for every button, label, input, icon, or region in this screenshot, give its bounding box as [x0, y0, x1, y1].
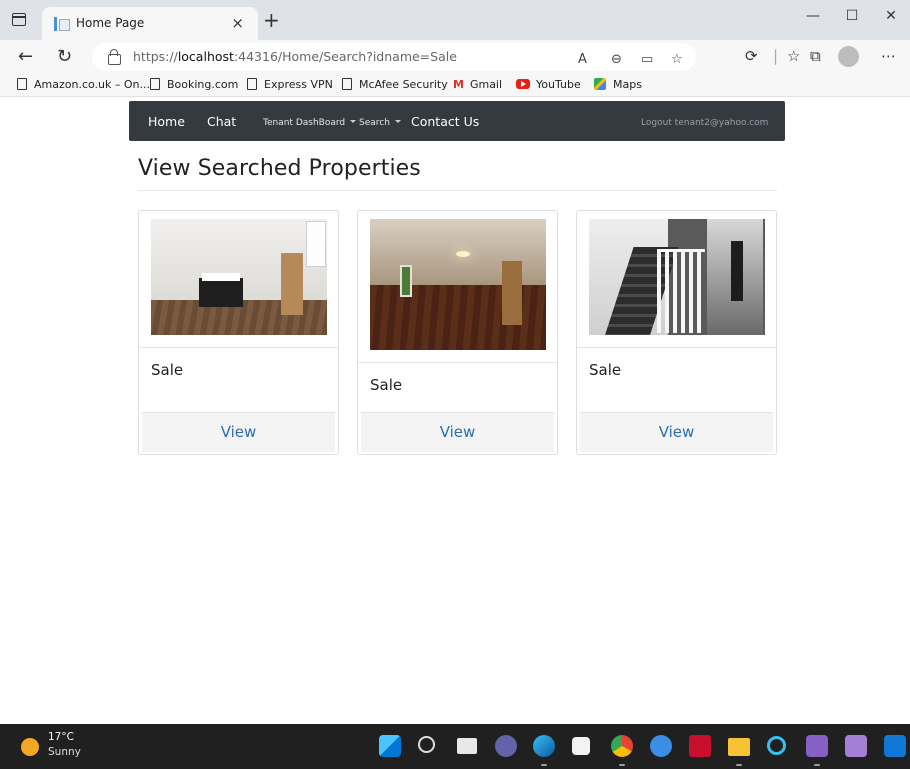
dropdown-caret-icon [394, 120, 401, 123]
page-favicon-icon [54, 17, 70, 31]
favorite-youtube[interactable]: YouTube [516, 78, 581, 91]
tab-home-page[interactable]: Home Page × [42, 7, 258, 40]
maps-icon [594, 78, 606, 90]
nav-contact-us[interactable]: Contact Us [411, 114, 479, 129]
nav-logout[interactable]: Logout tenant2@yahoo.com [641, 118, 768, 128]
chrome-icon[interactable] [611, 735, 633, 757]
search-icon[interactable] [418, 736, 435, 753]
dropdown-caret-icon [350, 120, 357, 123]
sun-icon[interactable] [21, 738, 39, 756]
url-text[interactable]: https://localhost:44316/Home/Search?idna… [133, 49, 457, 64]
nav-search[interactable]: Search [359, 118, 401, 128]
close-window-button[interactable]: ✕ [876, 8, 906, 24]
collections-icon[interactable]: ⧉ [810, 47, 821, 65]
active-indicator [619, 764, 625, 766]
taskbar: 17°C Sunny [0, 724, 910, 769]
page-title: View Searched Properties [138, 156, 421, 181]
add-favorite-icon[interactable]: ☆ [671, 52, 683, 67]
property-card: Sale View [138, 210, 339, 455]
more-icon[interactable]: ⋯ [881, 47, 896, 65]
favorite-express-vpn[interactable]: Express VPN [247, 78, 333, 91]
site-navbar: Home Chat Tenant DashBoard Search Contac… [129, 101, 785, 141]
mcafee-icon[interactable] [689, 735, 711, 757]
toolbar-divider: | [773, 47, 779, 65]
favorites-icon[interactable]: ☆ [787, 47, 800, 65]
tab-close-icon[interactable]: × [231, 14, 244, 32]
immersive-reader-icon[interactable]: ▭ [641, 52, 653, 67]
property-photo[interactable] [589, 219, 765, 335]
new-tab-button[interactable]: + [263, 8, 280, 32]
file-explorer-icon[interactable] [728, 738, 750, 756]
app-icon[interactable] [650, 735, 672, 757]
weather-temperature[interactable]: 17°C [48, 731, 74, 743]
gmail-icon: M [453, 78, 464, 91]
back-icon[interactable]: ← [18, 46, 33, 67]
view-button[interactable]: View [142, 412, 335, 452]
favorite-mcafee[interactable]: McAfee Security [342, 78, 448, 91]
view-link[interactable]: View [142, 423, 335, 441]
favorite-gmail[interactable]: M Gmail [453, 78, 502, 91]
browser-window: { "browser": { "tab_title": "Home Page",… [0, 0, 910, 769]
address-bar[interactable]: https://localhost:44316/Home/Search?idna… [92, 43, 696, 71]
edge-icon[interactable] [533, 735, 555, 757]
read-aloud-icon[interactable]: A [578, 52, 587, 67]
favorite-amazon[interactable]: Amazon.co.uk – On... [17, 78, 150, 91]
active-indicator [541, 764, 547, 766]
view-link[interactable]: View [580, 423, 773, 441]
view-button[interactable]: View [361, 412, 554, 452]
zoom-icon[interactable]: ⊖ [611, 52, 622, 67]
page-content: Home Chat Tenant DashBoard Search Contac… [0, 98, 910, 724]
property-label: Sale [589, 361, 622, 379]
property-card: Sale View [576, 210, 777, 455]
view-link[interactable]: View [361, 423, 554, 441]
property-photo[interactable] [151, 219, 327, 335]
visual-studio-icon[interactable] [806, 735, 828, 757]
page-icon [247, 78, 257, 90]
tab-title: Home Page [76, 16, 145, 30]
active-indicator [814, 764, 820, 766]
outlook-icon[interactable] [884, 735, 906, 757]
heading-divider [138, 190, 777, 191]
page-icon [150, 78, 160, 90]
visual-studio-preview-icon[interactable] [845, 735, 867, 757]
store-icon[interactable] [572, 737, 590, 755]
maximize-button[interactable]: ☐ [837, 8, 867, 24]
view-button[interactable]: View [580, 412, 773, 452]
favorite-maps[interactable]: Maps [594, 78, 642, 91]
minimize-button[interactable]: — [798, 8, 828, 24]
property-label: Sale [370, 376, 403, 394]
nav-tenant-dashboard[interactable]: Tenant DashBoard [263, 118, 357, 128]
property-label: Sale [151, 361, 184, 379]
task-view-icon[interactable] [457, 738, 477, 754]
favorite-booking[interactable]: Booking.com [150, 78, 238, 91]
start-icon[interactable] [379, 735, 401, 757]
cortana-icon[interactable] [767, 736, 786, 755]
title-bar: Home Page × + — ☐ ✕ [0, 0, 910, 40]
tab-actions-icon[interactable] [12, 13, 26, 26]
page-icon [17, 78, 27, 90]
youtube-icon [516, 79, 530, 89]
active-indicator [736, 764, 742, 766]
nav-home[interactable]: Home [148, 114, 185, 129]
teams-chat-icon[interactable] [495, 735, 517, 757]
lock-icon[interactable] [108, 49, 121, 65]
refresh-icon[interactable]: ↻ [57, 46, 72, 67]
profile-icon[interactable] [838, 46, 859, 67]
favorites-bar: Amazon.co.uk – On... Booking.com Express… [0, 74, 910, 97]
nav-chat[interactable]: Chat [207, 114, 236, 129]
page-icon [342, 78, 352, 90]
property-photo[interactable] [370, 219, 546, 350]
property-card: Sale View [357, 210, 558, 455]
weather-condition[interactable]: Sunny [48, 746, 81, 758]
address-bar-row: ← ↻ https://localhost:44316/Home/Search?… [0, 40, 910, 74]
extensions-icon[interactable]: ⟳ [745, 47, 758, 65]
